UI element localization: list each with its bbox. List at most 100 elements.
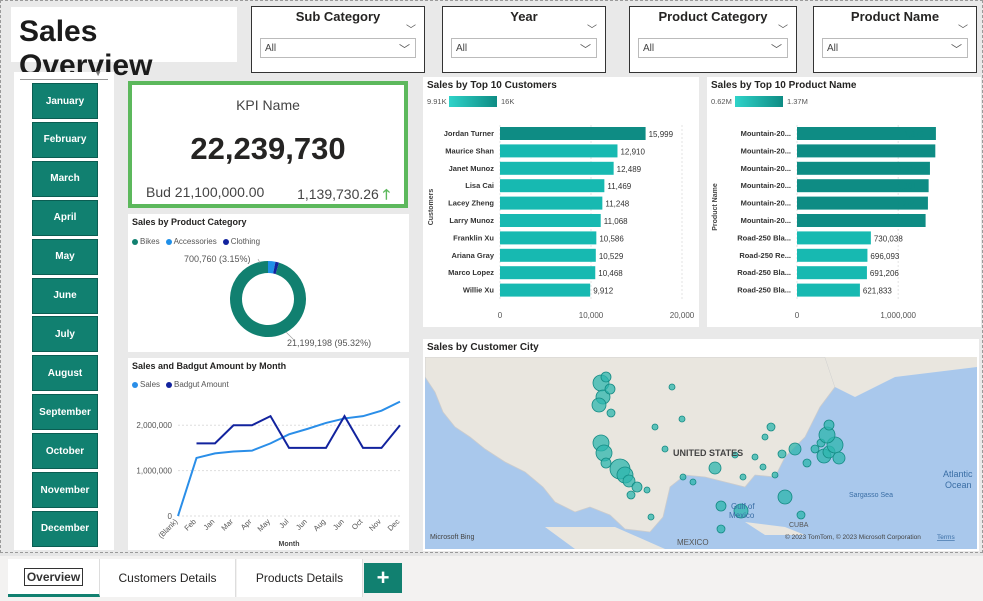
map-city-bubble [796, 510, 806, 520]
x-axis-title: Month [279, 541, 300, 548]
month-slicer: ▼ January February March April May June July Au… [14, 69, 114, 550]
slicer-dropdown[interactable]: All ﹀ [260, 38, 416, 58]
bar [500, 231, 597, 245]
slicer-product-name[interactable]: Product Name ﹀ All ﹀ [813, 6, 977, 73]
month-button-september[interactable]: September [32, 394, 98, 431]
map-city-bubble [777, 489, 793, 505]
map-city-bubble [708, 461, 722, 475]
bar [500, 248, 596, 262]
add-page-button[interactable]: + [364, 563, 402, 593]
x-tick-label: Jan [201, 517, 216, 532]
scale-min-label: 9.91K [427, 97, 447, 106]
customers-bar-chart: 9.91K 16K Customers 0 10,000 20,000 Jordan Tur… [427, 96, 695, 320]
chevron-down-icon[interactable]: ﹀ [587, 21, 597, 36]
map-label-cuba: CUBA [789, 522, 809, 529]
map-city-bubble [832, 451, 846, 465]
map-city-bubble [604, 383, 616, 395]
month-button-may[interactable]: May [32, 238, 98, 275]
map-visual[interactable]: UNITED STATES Gulf of Mexico MEXICO CUBA… [425, 357, 977, 549]
bar [500, 179, 605, 193]
bar [797, 266, 867, 280]
slicer-dropdown[interactable]: All ﹀ [638, 38, 788, 58]
bar [797, 283, 860, 297]
map-city-bubble [802, 458, 812, 468]
kpi-difference: 1,139,730.26 🡑 [297, 184, 390, 208]
map-city-bubble [788, 442, 802, 456]
bar [797, 248, 868, 262]
chevron-down-icon: ﹀ [399, 44, 410, 56]
map-city-bubble [823, 419, 835, 431]
data-label: 1,314,... [898, 165, 927, 174]
data-label: 1,301,... [897, 182, 926, 191]
month-slicer-header[interactable]: ▼ [20, 69, 108, 80]
color-scale-bar [449, 96, 497, 107]
donut-label-large: 21,199,198 (95.32%) [287, 338, 371, 348]
data-label: 1,373,... [904, 130, 933, 139]
data-label: 1,367,... [903, 147, 932, 156]
month-button-march[interactable]: March [32, 160, 98, 197]
line-chart: 01,000,0002,000,000(Blank) Feb Jan Mar Apr Ma… [136, 400, 402, 548]
tab-products-details[interactable]: Products Details [237, 559, 363, 597]
month-button-january[interactable]: January [32, 83, 98, 119]
chevron-down-icon[interactable]: ﹀ [958, 21, 968, 36]
slicer-value: All [827, 43, 839, 54]
title-card: Sales Overview [11, 7, 237, 82]
month-button-december[interactable]: December [32, 510, 98, 547]
chevron-down-icon[interactable]: ▼ [94, 69, 102, 78]
map-city-bubble [591, 397, 607, 413]
map-city-bubble [739, 473, 747, 481]
slicer-value: All [456, 43, 468, 54]
products-bar-chart: 0.62M 1.37M Product Name 0 1,000,000 Mountain… [711, 96, 936, 320]
map-city-bubble [716, 524, 726, 534]
slicer-sub-category[interactable]: Sub Category ﹀ All ﹀ [251, 6, 425, 73]
map-label-mexico: MEXICO [677, 538, 709, 547]
series-line-sales [177, 400, 401, 517]
data-label: 10,468 [598, 269, 623, 278]
kpi-difference-value: 1,139,730.26 [297, 186, 379, 202]
map-label-atlantic: Atlantic [943, 469, 973, 479]
map-label-sargasso: Sargasso Sea [849, 492, 893, 499]
category-label: Ariana Gray [451, 251, 494, 260]
month-button-february[interactable]: February [32, 121, 98, 158]
slicer-dropdown[interactable]: All ﹀ [822, 38, 968, 58]
slicer-title: Product Name [850, 9, 940, 24]
x-tick-label: Oct [350, 516, 365, 531]
map-city-bubble [679, 473, 687, 481]
data-label: 730,038 [874, 234, 903, 243]
bar [500, 283, 591, 297]
month-button-june[interactable]: June [32, 277, 98, 314]
map-city-bubble [771, 471, 779, 479]
month-button-october[interactable]: October [32, 433, 98, 470]
kpi-name: KPI Name [236, 97, 300, 113]
bar [797, 231, 871, 245]
bar [500, 144, 618, 158]
x-tick-label: Jul [277, 517, 290, 530]
slicer-product-category[interactable]: Product Category ﹀ All ﹀ [629, 6, 797, 73]
month-button-august[interactable]: August [32, 355, 98, 392]
month-button-november[interactable]: November [32, 472, 98, 508]
data-label: 621,833 [863, 287, 892, 296]
x-tick-label: 0 [498, 311, 503, 320]
chevron-down-icon[interactable]: ﹀ [778, 21, 788, 36]
data-label: 11,248 [605, 200, 629, 209]
category-label: Lacey Zheng [448, 199, 494, 208]
y-tick-label: 1,000,000 [136, 467, 172, 476]
map-city-bubble [689, 478, 697, 486]
bar [500, 161, 614, 175]
tab-overview[interactable]: Overview [8, 559, 100, 597]
month-button-july[interactable]: July [32, 316, 98, 353]
y-axis-title: Product Name [712, 183, 719, 231]
month-button-april[interactable]: April [32, 199, 98, 236]
kpi-value: 22,239,730 [190, 131, 346, 166]
scale-max-label: 16K [501, 97, 514, 106]
tab-customers-details[interactable]: Customers Details [100, 559, 236, 597]
slicer-value: All [265, 43, 277, 54]
slicer-dropdown[interactable]: All ﹀ [451, 38, 597, 58]
slicer-year[interactable]: Year ﹀ All ﹀ [442, 6, 606, 73]
chevron-down-icon[interactable]: ﹀ [406, 21, 416, 36]
data-label: 1,271,... [894, 217, 923, 226]
map-city-bubble [600, 457, 612, 469]
map-terms: Terms [937, 534, 955, 541]
scale-max-label: 1.37M [787, 97, 808, 106]
data-label: 10,586 [599, 234, 624, 243]
